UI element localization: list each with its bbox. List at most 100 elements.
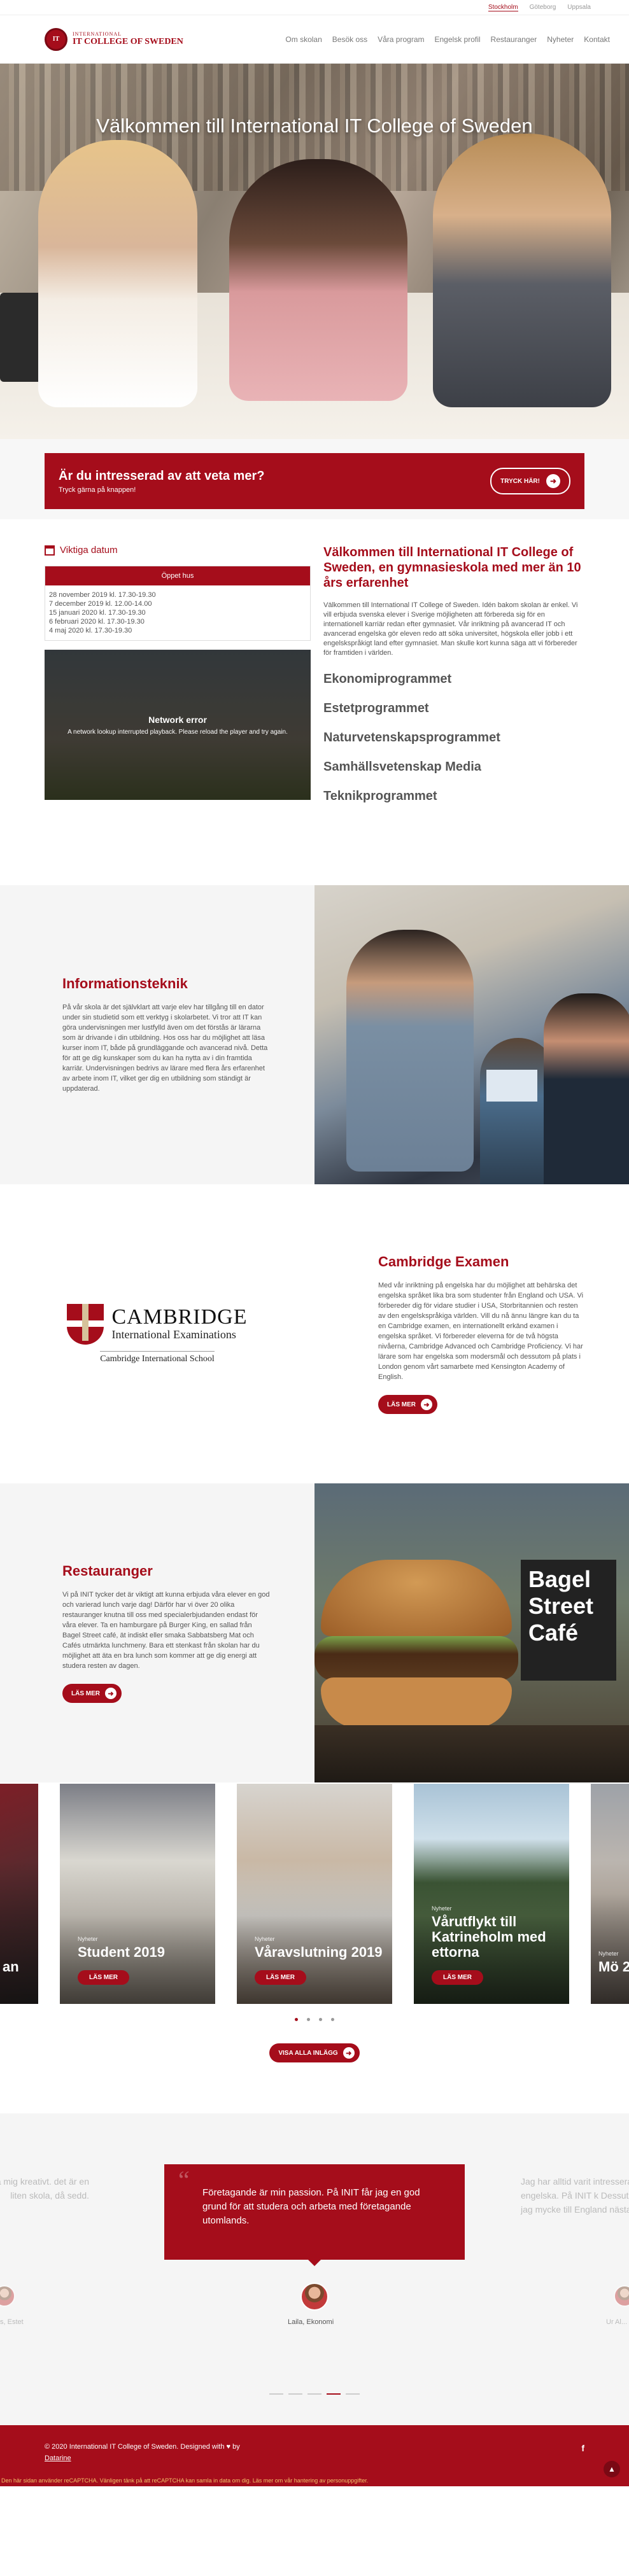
nav-item-om-skolan[interactable]: Om skolan (285, 35, 322, 44)
testimonial-quote-card: “ Företagande är min passion. På INIT få… (164, 2164, 465, 2266)
pager-bar[interactable] (307, 2393, 322, 2395)
news-card[interactable]: Nyheter Student 2019 LÄS MER (60, 1784, 215, 2004)
news-card[interactable]: Nyheter Vårutflykt till Katrineholm med … (414, 1784, 569, 2004)
view-all-posts-button[interactable]: VISA ALLA INLÄGG ➜ (269, 2043, 360, 2062)
it-section: Informationsteknik På vår skola är det s… (0, 885, 629, 1184)
nav-item-kontakt[interactable]: Kontakt (584, 35, 610, 44)
avatar (614, 2285, 629, 2307)
carousel-dot[interactable] (295, 2018, 298, 2021)
cambridge-section: CAMBRIDGE International Examinations Cam… (0, 1184, 629, 1483)
logo-small-text: INTERNATIONAL (73, 31, 122, 37)
it-body: På vår skola är det självklart att varje… (62, 1004, 268, 1093)
list-item: 15 januari 2020 kl. 17.30-19.30 (49, 609, 146, 617)
news-card[interactable]: an (0, 1784, 38, 2004)
important-dates-title: Viktiga datum (45, 545, 311, 556)
cta-button-label: TRYCK HÄR! (500, 477, 540, 485)
news-card[interactable]: Nyheter Våravslutning 2019 LÄS MER (237, 1784, 392, 2004)
pager-bar[interactable] (288, 2393, 302, 2395)
cambridge-title: Cambridge Examen (378, 1254, 509, 1270)
carousel-dots (0, 2018, 629, 2021)
open-house-header: Öppet hus (45, 566, 310, 585)
news-card-tag: Nyheter (598, 1950, 619, 1957)
hero-student-left-image (38, 140, 197, 407)
news-card-tag: Nyheter (78, 1936, 98, 1942)
carousel-dot[interactable] (307, 2018, 310, 2021)
hero-student-right-image (433, 134, 611, 407)
cambridge-logo-name: CAMBRIDGE (111, 1305, 248, 1329)
cambridge-logo: CAMBRIDGE International Examinations Cam… (0, 1184, 314, 1483)
news-read-more-button[interactable]: LÄS MER (255, 1970, 306, 1985)
testimonial-author: Laila, Ekonomi (288, 2318, 334, 2326)
cta-subtitle: Tryck gärna på knappen! (59, 486, 136, 494)
pager-bar[interactable] (346, 2393, 360, 2395)
program-link-ekonomi[interactable]: Ekonomiprogrammet (323, 664, 584, 694)
footer-copyright: © 2020 International IT College of Swede… (45, 2443, 225, 2451)
welcome-title: Välkommen till International IT College … (323, 545, 581, 590)
location-uppsala[interactable]: Uppsala (567, 4, 591, 11)
arrow-right-icon: ➜ (343, 2047, 355, 2059)
news-card-title: Mö 201 (598, 1959, 629, 1975)
testimonials-section: jag utrycka mig kreativt. det är en lite… (0, 2113, 629, 2425)
avatar (0, 2285, 15, 2307)
nav-item-vara-program[interactable]: Våra program (378, 35, 424, 44)
heart-icon: ♥ (226, 2443, 231, 2451)
restaurants-body: Vi på INIT tycker det är viktigt att kun… (62, 1591, 270, 1670)
news-card-title: Våravslutning 2019 (255, 1944, 383, 1960)
nav-item-engelsk-profil[interactable]: Engelsk profil (435, 35, 481, 44)
news-card[interactable]: Nyheter Mö 201 (591, 1784, 629, 2004)
cambridge-read-more-button[interactable]: LÄS MER ➜ (378, 1395, 437, 1414)
site-header: IT INTERNATIONAL IT COLLEGE OF SWEDEN Om… (0, 15, 629, 64)
carousel-dot[interactable] (331, 2018, 334, 2021)
restaurants-title: Restauranger (62, 1563, 153, 1579)
pager-bar[interactable] (327, 2393, 341, 2395)
pager-bar[interactable] (269, 2393, 283, 2395)
nav-item-nyheter[interactable]: Nyheter (547, 35, 574, 44)
facebook-icon[interactable]: f (581, 2443, 584, 2453)
arrow-right-icon: ➜ (546, 474, 560, 488)
nav-item-restauranger[interactable]: Restauranger (491, 35, 537, 44)
video-error-text: A network lookup interrupted playback. P… (67, 728, 288, 736)
hero-title: Välkommen till International IT College … (96, 115, 533, 137)
hero-student-middle-image (229, 159, 407, 401)
open-house-box: Öppet hus 28 november 2019 kl. 17.30-19.… (45, 566, 311, 641)
location-stockholm[interactable]: Stockholm (488, 4, 518, 11)
site-logo[interactable]: IT INTERNATIONAL IT COLLEGE OF SWEDEN (45, 27, 183, 51)
news-read-more-button[interactable]: LÄS MER (78, 1970, 129, 1985)
cta-button[interactable]: TRYCK HÄR! ➜ (490, 468, 570, 494)
program-link-naturvetenskap[interactable]: Naturvetenskapsprogrammet (323, 723, 584, 752)
testimonial-left-fragment: jag utrycka mig kreativt. det är en lite… (0, 2176, 89, 2201)
footer-designer-link[interactable]: Datarine (45, 2454, 71, 2462)
scroll-top-icon[interactable]: ▲ (604, 2461, 620, 2477)
program-link-teknik[interactable]: Teknikprogrammet (323, 781, 584, 811)
program-link-samhallsvetenskap[interactable]: Samhällsvetenskap Media (323, 752, 584, 781)
cta-section: Är du intresserad av att veta mer? Tryck… (0, 439, 629, 519)
list-item: 4 maj 2020 kl. 17.30-19.30 (49, 627, 132, 634)
location-goteborg[interactable]: Göteborg (530, 4, 556, 11)
quote-icon: “ (178, 2166, 190, 2194)
news-carousel: an Nyheter Student 2019 LÄS MER Nyheter … (0, 1782, 629, 2113)
cambridge-crest-icon (67, 1303, 104, 1345)
it-classroom-image (314, 885, 629, 1184)
carousel-dot[interactable] (319, 2018, 322, 2021)
news-card-title: an (3, 1959, 19, 1975)
bagel-street-sign: Bagel Street Café (521, 1560, 616, 1681)
cta-title: Är du intresserad av att veta mer? (59, 468, 265, 483)
logo-name-text: IT COLLEGE OF SWEDEN (73, 37, 183, 46)
restaurants-read-more-button[interactable]: LÄS MER ➜ (62, 1684, 122, 1703)
it-title: Informationsteknik (62, 976, 188, 991)
info-section: Viktiga datum Öppet hus 28 november 2019… (0, 519, 629, 885)
news-read-more-button[interactable]: LÄS MER (432, 1970, 483, 1985)
recaptcha-notice: Den här sidan använder reCAPTCHA. Vänlig… (1, 2477, 369, 2484)
location-bar: Stockholm Göteborg Uppsala (0, 0, 629, 15)
list-item: 7 december 2019 kl. 12.00-14.00 (49, 600, 152, 608)
news-card-title: Vårutflykt till Katrineholm med ettorna (432, 1914, 546, 1960)
cambridge-logo-sub: International Examinations (111, 1328, 236, 1341)
restaurants-section: Restauranger Vi på INIT tycker det är vi… (0, 1483, 629, 1782)
hero-banner: Välkommen till International IT College … (0, 64, 629, 439)
program-link-estet[interactable]: Estetprogrammet (323, 694, 584, 723)
video-player[interactable]: Network error A network lookup interrupt… (45, 650, 311, 800)
nav-item-besok-oss[interactable]: Besök oss (332, 35, 367, 44)
welcome-body: Välkommen till International IT College … (323, 601, 578, 657)
burger-image: Bagel Street Café (314, 1483, 629, 1782)
avatar (300, 2283, 329, 2311)
